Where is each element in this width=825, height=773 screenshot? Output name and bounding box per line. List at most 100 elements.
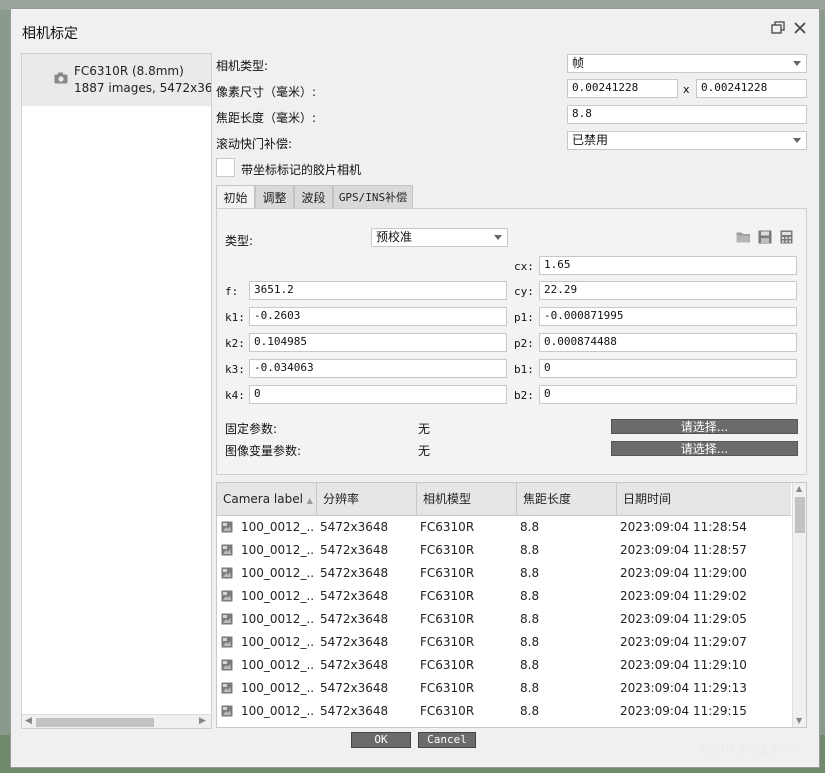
- table-row[interactable]: 100_0012_... 5472x3648 FC6310R 8.8 2023:09:0…: [217, 516, 791, 539]
- camera-list-item[interactable]: FC6310R (8.8mm) 1887 images, 5472x3648: [22, 54, 211, 106]
- fixed-params-label: 固定参数:: [225, 422, 278, 436]
- select-image-variant-button[interactable]: 请选择...: [611, 441, 798, 456]
- table-row[interactable]: 100_0012_... 5472x3648 FC6310R 8.8 2023:09:0…: [217, 654, 791, 677]
- scroll-up-icon[interactable]: ▲: [796, 484, 802, 493]
- param-cy-input[interactable]: 22.29: [539, 281, 797, 300]
- select-fixed-params-button[interactable]: 请选择...: [611, 419, 798, 434]
- table-cell: 2023:09:04 11:29:10: [620, 658, 747, 672]
- tab-initial[interactable]: 初始: [216, 185, 255, 209]
- table-cell: 100_0012_...: [241, 566, 315, 580]
- image-variant-label: 图像变量参数:: [225, 444, 302, 458]
- table-cell: 8.8: [520, 589, 540, 603]
- calculator-icon[interactable]: [780, 230, 794, 244]
- rolling-shutter-label: 滚动快门补偿:: [216, 137, 293, 151]
- rolling-shutter-select[interactable]: 已禁用: [567, 131, 807, 150]
- param-k3-input[interactable]: -0.034063: [249, 359, 507, 378]
- table-cell: 100_0012_...: [241, 520, 315, 534]
- rolling-shutter-value: 已禁用: [572, 133, 609, 147]
- image-icon: [221, 544, 233, 556]
- tab-bands[interactable]: 波段: [294, 185, 333, 209]
- sort-asc-icon: ▲: [306, 496, 313, 505]
- param-f-input[interactable]: 3651.2: [249, 281, 507, 300]
- table-row[interactable]: 100_0012_... 5472x3648 FC6310R 8.8 2023:09:0…: [217, 677, 791, 700]
- param-f-label: f:: [225, 285, 239, 298]
- table-cell: 100_0012_...: [241, 543, 315, 557]
- param-cx-label: cx:: [514, 260, 534, 273]
- table-cell: 100_0012_...: [241, 681, 315, 695]
- col-resolution[interactable]: 分辨率: [317, 483, 417, 515]
- table-cell: 5472x3648: [320, 681, 389, 695]
- tab-adjusted[interactable]: 调整: [255, 185, 294, 209]
- col-focal-length[interactable]: 焦距长度: [517, 483, 617, 515]
- param-p2-label: p2:: [514, 337, 534, 350]
- camera-icon: [54, 72, 68, 84]
- param-k3-label: k3:: [225, 363, 245, 376]
- table-row[interactable]: 100_0012_... 5472x3648 FC6310R 8.8 2023:09:0…: [217, 539, 791, 562]
- pixel-size-y-input[interactable]: 0.00241228: [696, 79, 807, 98]
- camera-list: FC6310R (8.8mm) 1887 images, 5472x3648 ◀…: [21, 53, 212, 729]
- restore-icon[interactable]: [769, 21, 787, 39]
- param-p1-input[interactable]: -0.000871995: [539, 307, 797, 326]
- table-row[interactable]: 100_0012_... 5472x3648 FC6310R 8.8 2023:09:0…: [217, 700, 791, 723]
- table-row[interactable]: 100_0012_... 5472x3648 FC6310R 8.8 2023:09:0…: [217, 562, 791, 585]
- film-camera-checkbox[interactable]: [216, 158, 235, 177]
- table-cell: 8.8: [520, 566, 540, 580]
- calib-type-value: 预校准: [376, 230, 413, 244]
- close-icon[interactable]: [791, 21, 809, 39]
- camera-name: FC6310R (8.8mm): [74, 64, 184, 78]
- param-k4-input[interactable]: 0: [249, 385, 507, 404]
- col-datetime[interactable]: 日期时间: [617, 483, 791, 515]
- table-vscrollbar[interactable]: ▲ ▼: [792, 483, 806, 727]
- table-row[interactable]: 100_0012_... 5472x3648 FC6310R 8.8 2023:09:0…: [217, 585, 791, 608]
- param-b2-input[interactable]: 0: [539, 385, 797, 404]
- calib-type-select[interactable]: 预校准: [371, 228, 508, 247]
- param-k1-input[interactable]: -0.2603: [249, 307, 507, 326]
- chevron-down-icon: [793, 61, 801, 66]
- scrollbar-thumb[interactable]: [795, 497, 805, 533]
- table-cell: FC6310R: [420, 681, 475, 695]
- image-icon: [221, 567, 233, 579]
- image-variant-value: 无: [418, 444, 431, 458]
- col-camera-model[interactable]: 相机模型: [417, 483, 517, 515]
- param-k2-input[interactable]: 0.104985: [249, 333, 507, 352]
- scrollbar-thumb[interactable]: [36, 718, 154, 727]
- param-p2-input[interactable]: 0.000874488: [539, 333, 797, 352]
- param-b1-input[interactable]: 0: [539, 359, 797, 378]
- table-cell: 5472x3648: [320, 704, 389, 718]
- chevron-down-icon: [494, 235, 502, 240]
- table-cell: 100_0012_...: [241, 612, 315, 626]
- pixel-size-separator: x: [683, 83, 690, 96]
- calib-type-label: 类型:: [225, 234, 254, 248]
- ok-button[interactable]: OK: [351, 732, 411, 748]
- cancel-button[interactable]: Cancel: [418, 732, 476, 748]
- focal-length-input[interactable]: 8.8: [567, 105, 807, 124]
- save-icon[interactable]: [758, 230, 772, 244]
- tab-gps-ins[interactable]: GPS/INS补偿: [333, 185, 413, 209]
- table-cell: FC6310R: [420, 704, 475, 718]
- table-header: Camera label ▲ 分辨率 相机模型 焦距长度 日期时间: [217, 483, 791, 516]
- camera-list-hscrollbar[interactable]: ◀ ▶: [22, 714, 211, 728]
- table-cell: 5472x3648: [320, 612, 389, 626]
- param-b2-label: b2:: [514, 389, 534, 402]
- table-row[interactable]: 100_0012_... 5472x3648 FC6310R 8.8 2023:09:0…: [217, 631, 791, 654]
- camera-type-select[interactable]: 帧: [567, 54, 807, 73]
- scroll-right-icon[interactable]: ▶: [199, 716, 206, 726]
- image-icon: [221, 705, 233, 717]
- param-cy-label: cy:: [514, 285, 534, 298]
- scroll-down-icon[interactable]: ▼: [796, 716, 802, 725]
- col-camera-label[interactable]: Camera label ▲: [217, 483, 317, 515]
- title-bar: 相机标定: [11, 9, 819, 49]
- camera-type-label: 相机类型:: [216, 59, 269, 73]
- table-row[interactable]: 100_0012_... 5472x3648 FC6310R 8.8 2023:09:0…: [217, 608, 791, 631]
- watermark: CSDN @ag_z666: [700, 742, 801, 756]
- pixel-size-x-input[interactable]: 0.00241228: [567, 79, 678, 98]
- folder-open-icon[interactable]: [736, 230, 751, 244]
- focal-length-label: 焦距长度（毫米）:: [216, 111, 317, 125]
- param-k1-label: k1:: [225, 311, 245, 324]
- scroll-left-icon[interactable]: ◀: [25, 716, 32, 726]
- param-cx-input[interactable]: 1.65: [539, 256, 797, 275]
- table-cell: 5472x3648: [320, 520, 389, 534]
- pixel-size-label: 像素尺寸（毫米）:: [216, 85, 317, 99]
- table-cell: 2023:09:04 11:29:05: [620, 612, 747, 626]
- chevron-down-icon: [793, 138, 801, 143]
